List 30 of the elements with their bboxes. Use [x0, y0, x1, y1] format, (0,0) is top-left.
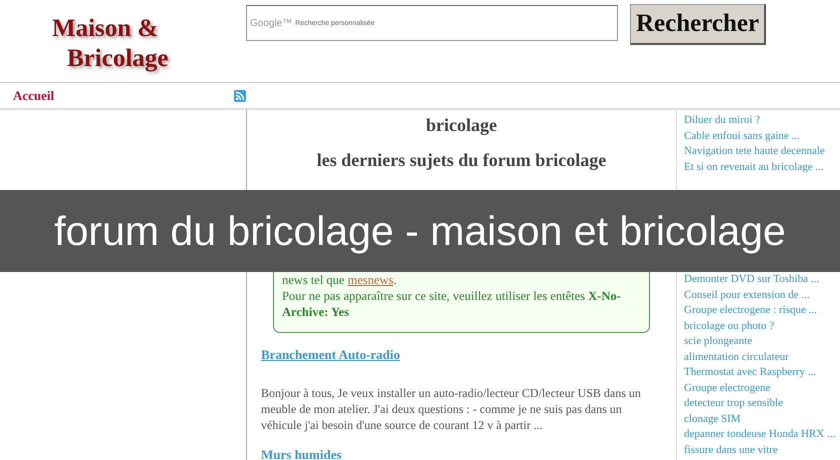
- topic-link[interactable]: alimentation circulateur: [684, 350, 840, 365]
- topic-link[interactable]: Thermostat avec Raspberry ...: [684, 365, 840, 380]
- topic-link[interactable]: bricolage ou photo ?: [684, 318, 840, 334]
- topic-link[interactable]: Demonter DVD sur Toshiba ...: [684, 272, 840, 288]
- topic-link[interactable]: Groupe electrogene: [684, 380, 840, 396]
- topic-link[interactable]: detecteur trop sensible: [684, 396, 840, 412]
- topic-link[interactable]: Navigation tete haute decennale: [684, 144, 840, 160]
- page-heading: bricolage: [425, 115, 498, 136]
- topic-link[interactable]: Groupe electrogene : risque ...: [684, 303, 840, 318]
- topic-link[interactable]: Et si on revenait au bricolage ...: [684, 160, 840, 175]
- topic-link[interactable]: fissure dans une vitre: [684, 442, 840, 458]
- topic-link[interactable]: Murs humides: [261, 447, 662, 460]
- topic-link[interactable]: Diluer du miroi ?: [684, 113, 840, 128]
- notice-text: news tel que mesnews.: [282, 272, 398, 288]
- section-heading: les derniers sujets du forum bricolage: [316, 150, 608, 171]
- topic-link[interactable]: scie plongeante: [684, 334, 840, 350]
- site-logo-text: Bricolage: [66, 44, 170, 74]
- topic-link[interactable]: Cable enfoui sans gaine ...: [684, 128, 840, 144]
- topic-excerpt: Bonjour à tous, Je veux installer un auto-radio/lecteur CD/lecteur USB dans un meuble de mon atelier. J'ai deux questions : - comme je ne suis pas dans un véhicule j'ai besoin d'une source de courant 12 v à partir ...: [261, 385, 642, 433]
- topic-link[interactable]: Branchement Auto-radio: [261, 347, 662, 363]
- site-logo-text: Maison &: [52, 14, 160, 44]
- topic-link[interactable]: Conseil pour extension de ...: [684, 288, 840, 303]
- newsreader-link[interactable]: mesnews: [348, 273, 394, 287]
- topic-link[interactable]: depanner tondeuse Honda HRX ...: [684, 427, 840, 442]
- notice-text: Pour ne pas apparaître sur ce site, veuillez utiliser les entêtes X-No-Archive: Yes: [282, 288, 622, 320]
- topic-link[interactable]: clonage SIM: [684, 412, 840, 427]
- rss-icon[interactable]: [234, 90, 246, 102]
- search-button[interactable]: Rechercher: [630, 4, 766, 45]
- nav-link[interactable]: Accueil: [13, 88, 54, 104]
- overlay-caption: forum du bricolage - maison et bricolage: [0, 190, 840, 272]
